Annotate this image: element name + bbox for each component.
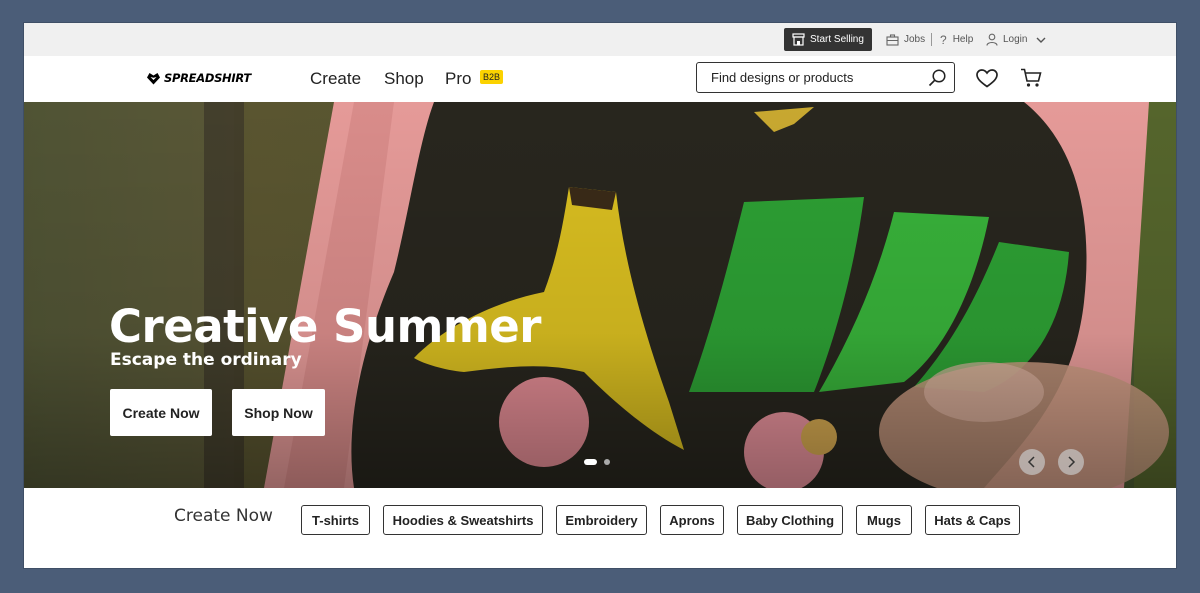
start-selling-label: Start Selling <box>810 34 864 45</box>
logo-heart-icon <box>147 72 160 84</box>
carousel-prev-button[interactable] <box>1019 449 1045 475</box>
search-input[interactable] <box>709 69 923 86</box>
category-tshirts[interactable]: T-shirts <box>301 505 370 535</box>
category-row: Create Now T-shirts Hoodies & Sweatshirt… <box>24 488 1176 568</box>
category-mugs[interactable]: Mugs <box>856 505 912 535</box>
b2b-badge: B2B <box>480 70 504 84</box>
question-icon: ? <box>940 32 947 47</box>
user-icon <box>986 33 998 46</box>
briefcase-icon <box>886 33 899 46</box>
nav-create[interactable]: Create <box>310 69 361 89</box>
carousel-next-button[interactable] <box>1058 449 1084 475</box>
help-link[interactable]: ? Help <box>940 23 973 56</box>
category-aprons[interactable]: Aprons <box>660 505 724 535</box>
search-box <box>696 62 955 93</box>
nav-shop[interactable]: Shop <box>384 69 424 89</box>
login-label: Login <box>1003 34 1028 45</box>
chevron-right-icon <box>1068 456 1076 468</box>
store-icon <box>792 33 805 46</box>
help-label: Help <box>952 34 974 45</box>
create-now-button[interactable]: Create Now <box>110 389 212 436</box>
logo-text: SPREADSHIRT <box>164 71 251 85</box>
hero-subtitle: Escape the ordinary <box>110 350 302 370</box>
category-hoodies[interactable]: Hoodies & Sweatshirts <box>383 505 543 535</box>
carousel-dot-active[interactable] <box>584 459 597 465</box>
chevron-down-icon <box>1036 37 1046 43</box>
chevron-left-icon <box>1027 456 1035 468</box>
jobs-label: Jobs <box>904 34 926 45</box>
heart-icon[interactable] <box>976 69 998 88</box>
category-baby-clothing[interactable]: Baby Clothing <box>737 505 843 535</box>
shop-now-button[interactable]: Shop Now <box>232 389 325 436</box>
carousel-dot[interactable] <box>604 459 610 465</box>
cart-icon[interactable] <box>1020 68 1042 88</box>
spreadshirt-logo[interactable]: SPREADSHIRT <box>146 71 251 85</box>
start-selling-button[interactable]: Start Selling <box>784 28 872 51</box>
category-heading: Create Now <box>174 506 273 526</box>
search-icon[interactable] <box>928 68 947 87</box>
main-header: SPREADSHIRT Create Shop Pro B2B <box>24 56 1176 102</box>
nav-pro[interactable]: Pro <box>445 69 471 89</box>
login-dropdown[interactable]: Login <box>986 23 1051 56</box>
utility-bar: Start Selling Jobs ? Help Login <box>24 23 1176 56</box>
category-hats-caps[interactable]: Hats & Caps <box>925 505 1020 535</box>
category-embroidery[interactable]: Embroidery <box>556 505 647 535</box>
browser-page: Start Selling Jobs ? Help Login SPREADSH… <box>24 23 1176 568</box>
hero-banner: Creative Summer Escape the ordinary Crea… <box>24 102 1176 488</box>
divider <box>931 33 932 46</box>
jobs-link[interactable]: Jobs <box>886 23 925 56</box>
hero-title: Creative Summer <box>109 300 542 353</box>
